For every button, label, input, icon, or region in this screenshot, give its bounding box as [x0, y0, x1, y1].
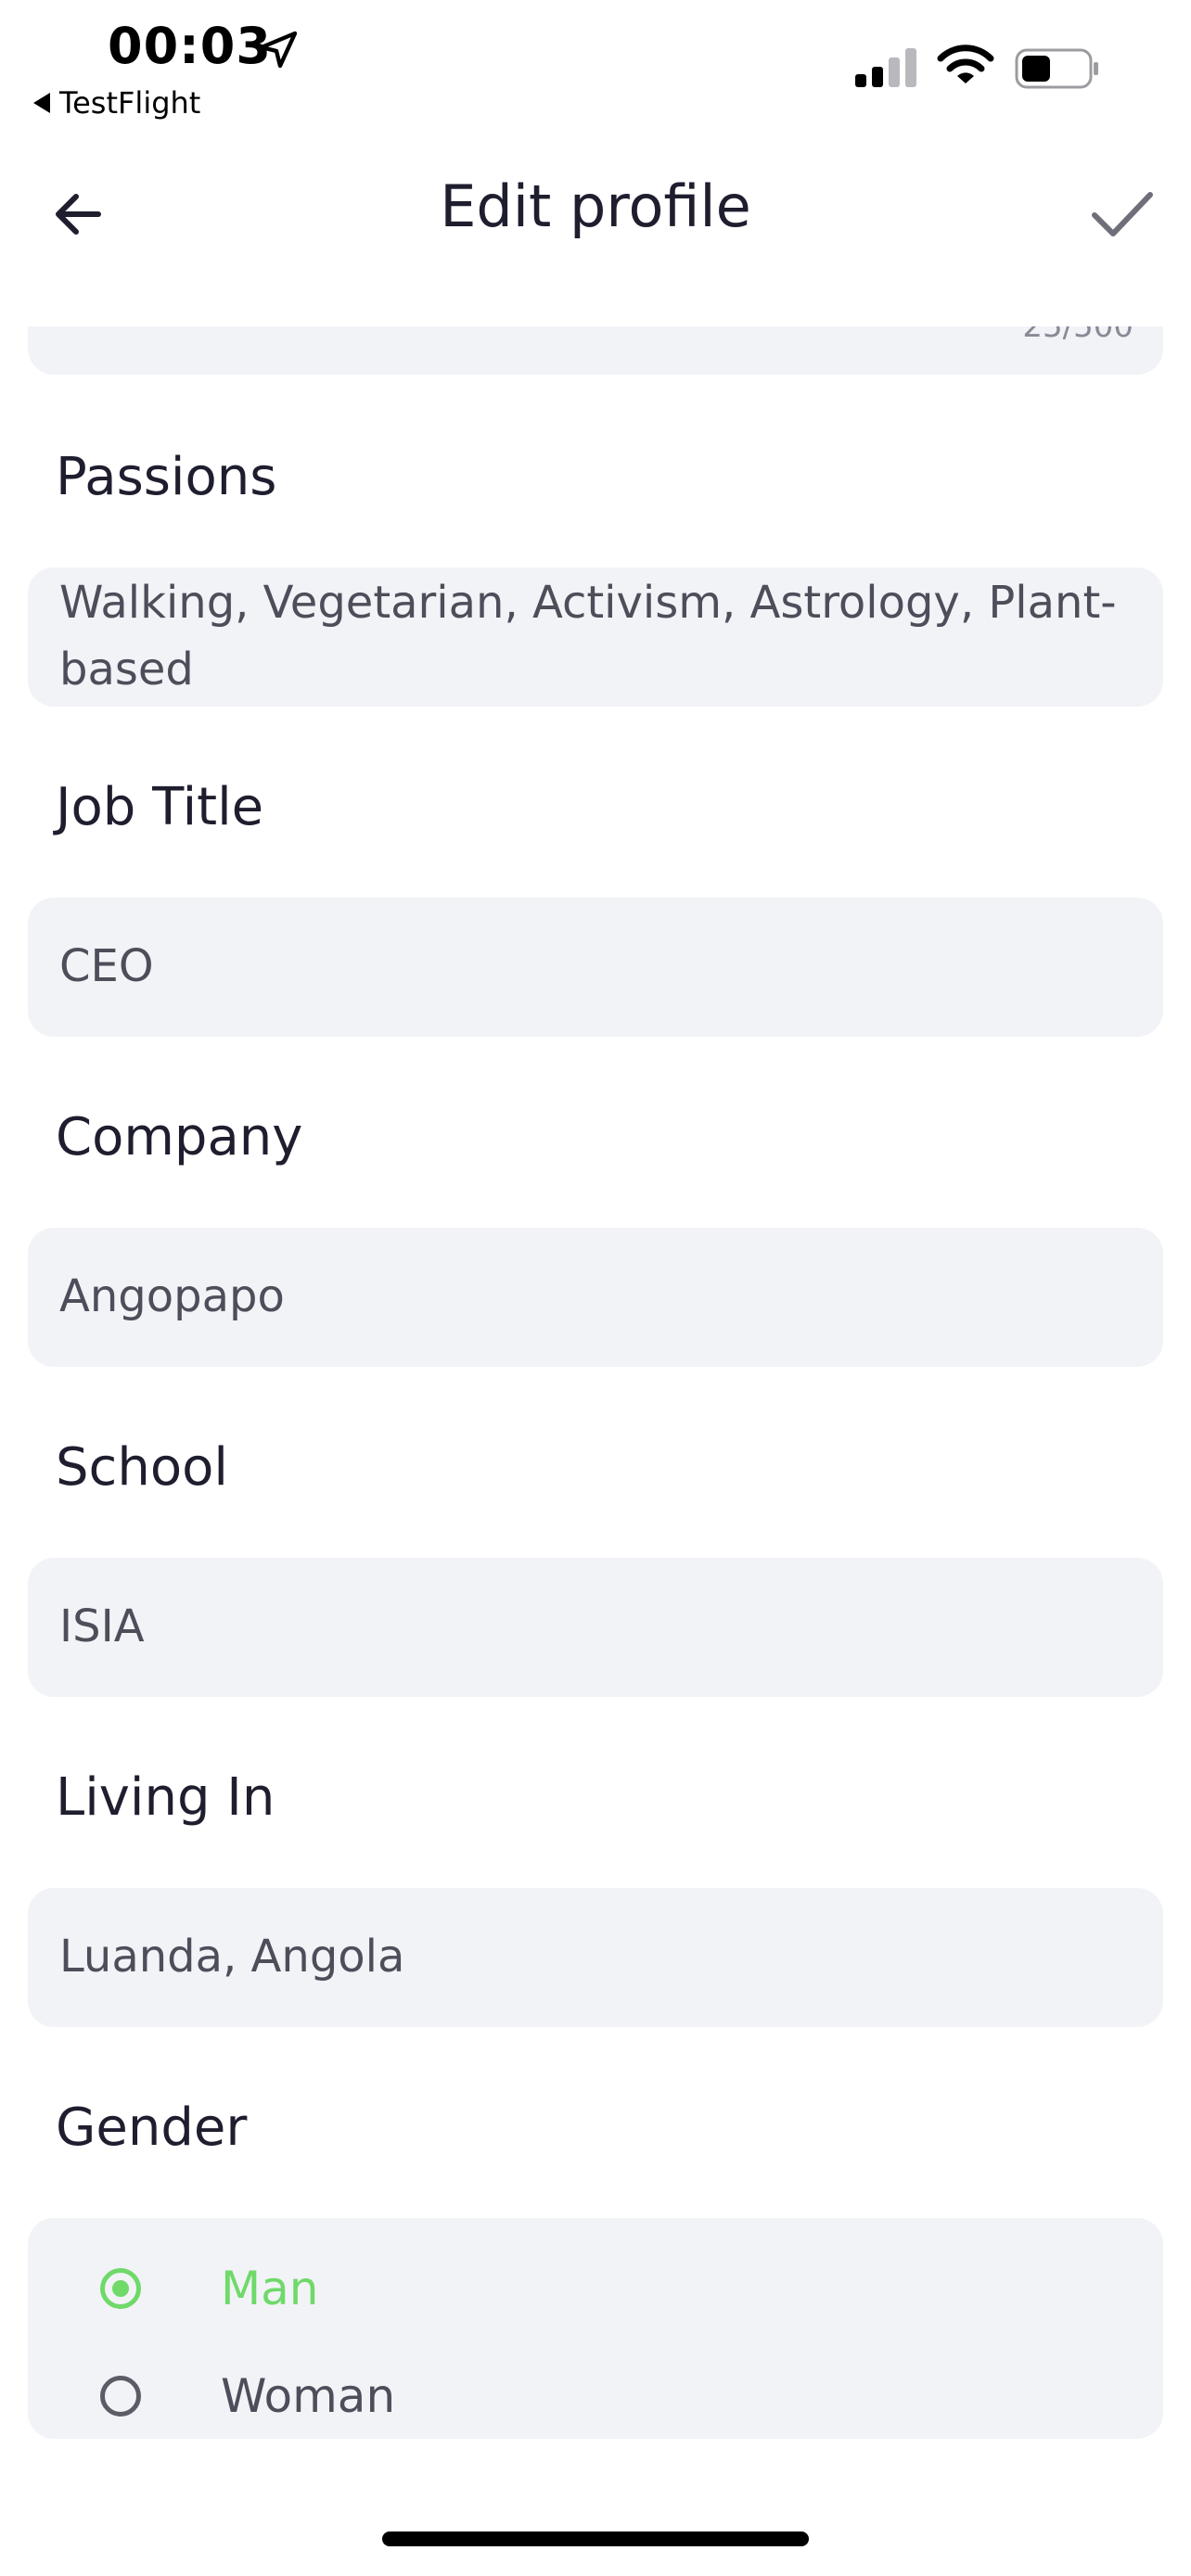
gender-radio-group: Man Woman	[28, 2218, 1163, 2439]
profile-form[interactable]: 25/500 Passions Walking, Vegetarian, Act…	[0, 326, 1191, 2468]
back-triangle-icon	[33, 93, 50, 113]
back-app-label: TestFlight	[59, 85, 201, 121]
page-title: Edit profile	[440, 172, 751, 240]
gender-option-label: Man	[221, 2262, 319, 2315]
wifi-icon	[937, 45, 994, 83]
bio-field[interactable]: 25/500	[28, 326, 1163, 375]
job-title-field[interactable]: CEO	[28, 898, 1163, 1037]
passions-field[interactable]: Walking, Vegetarian, Activism, Astrology…	[28, 567, 1163, 707]
battery-icon	[1015, 48, 1098, 89]
living-in-value: Luanda, Angola	[59, 1931, 405, 1983]
checkmark-icon[interactable]	[1087, 180, 1156, 249]
job-title-label: Job Title	[56, 777, 264, 837]
school-value: ISIA	[59, 1600, 145, 1652]
radio-unselected-icon[interactable]	[100, 2376, 141, 2417]
back-to-app-link[interactable]: TestFlight	[33, 85, 200, 121]
radio-selected-icon[interactable]	[100, 2268, 141, 2309]
gender-option-label: Woman	[221, 2369, 396, 2423]
location-arrow-icon	[259, 31, 298, 69]
living-in-field[interactable]: Luanda, Angola	[28, 1888, 1163, 2027]
status-time: 00:03	[108, 17, 272, 75]
gender-option-man[interactable]: Man	[28, 2244, 1163, 2333]
school-field[interactable]: ISIA	[28, 1558, 1163, 1697]
company-field[interactable]: Angopapo	[28, 1228, 1163, 1367]
gender-label: Gender	[56, 2098, 248, 2158]
living-in-label: Living In	[56, 1767, 275, 1828]
company-value: Angopapo	[59, 1270, 285, 1322]
passions-label: Passions	[56, 447, 277, 507]
app-header: Edit profile	[0, 139, 1191, 325]
job-title-value: CEO	[59, 940, 154, 992]
passions-value: Walking, Vegetarian, Activism, Astrology…	[59, 577, 1117, 695]
status-bar: 00:03 TestFlight	[0, 0, 1191, 139]
school-label: School	[56, 1437, 228, 1498]
home-indicator	[382, 2531, 809, 2546]
bio-char-counter: 25/500	[1022, 326, 1133, 345]
company-label: Company	[56, 1107, 303, 1167]
gender-option-woman[interactable]: Woman	[28, 2352, 1163, 2441]
cellular-signal-icon	[855, 48, 916, 87]
